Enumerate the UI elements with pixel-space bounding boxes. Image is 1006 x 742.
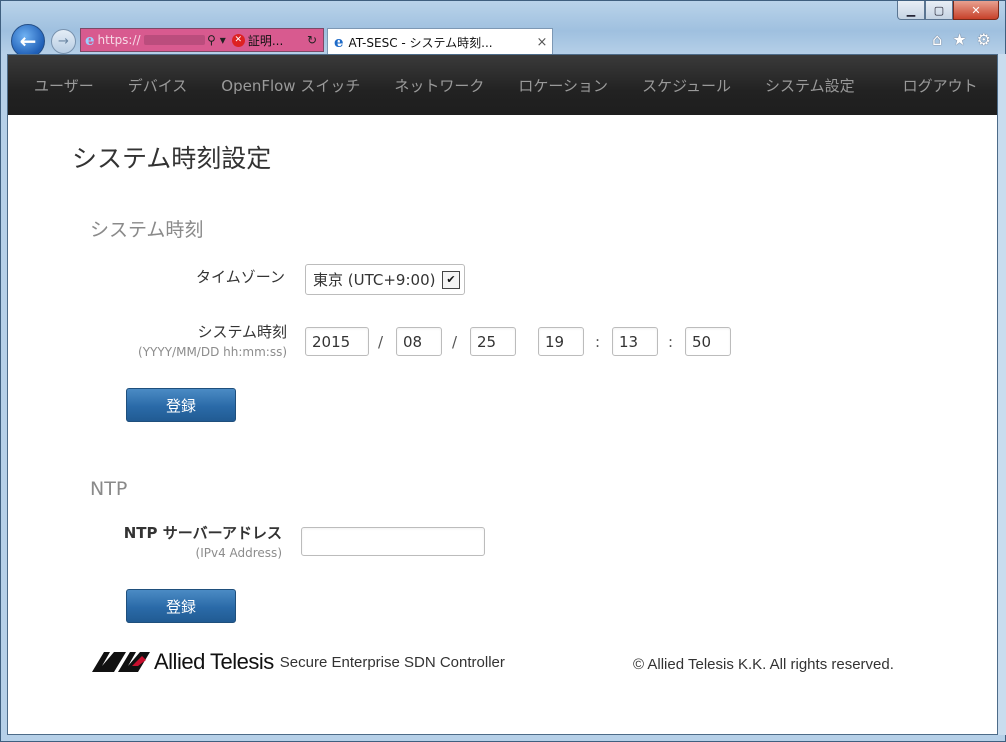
- system-time-label: システム時刻: [197, 323, 287, 341]
- nav-item-devices[interactable]: デバイス: [128, 75, 188, 96]
- month-input[interactable]: [396, 327, 442, 356]
- brand-name: Allied Telesis: [154, 649, 274, 674]
- nav-item-users[interactable]: ユーザー: [34, 75, 94, 96]
- top-navigation: ユーザー デバイス OpenFlow スイッチ ネットワーク ロケーション スケ…: [8, 55, 997, 115]
- ntp-server-label: NTP サーバーアドレス: [123, 524, 282, 542]
- section-heading-ntp: NTP: [90, 478, 128, 500]
- section-heading-system-time: システム時刻: [90, 219, 204, 241]
- nav-item-location[interactable]: ロケーション: [518, 75, 608, 96]
- address-url[interactable]: e https://: [81, 31, 205, 49]
- date-separator: /: [378, 333, 384, 351]
- address-redacted: [143, 35, 205, 45]
- ntp-server-hint: (IPv4 Address): [195, 546, 282, 560]
- tab-title: AT-SESC - システム時刻...: [348, 35, 493, 50]
- hour-input[interactable]: [538, 327, 584, 356]
- maximize-button[interactable]: ▢: [925, 1, 953, 20]
- certificate-error-label: 証明...: [247, 33, 284, 48]
- nav-item-openflow-switch[interactable]: OpenFlow スイッチ: [221, 75, 360, 96]
- timezone-select[interactable]: 東京 (UTC+9:00) ✔: [305, 264, 465, 295]
- nav-item-system-settings[interactable]: システム設定: [765, 75, 855, 96]
- nav-item-schedule[interactable]: スケジュール: [642, 75, 731, 96]
- home-icon[interactable]: ⌂: [932, 30, 942, 49]
- register-time-button[interactable]: 登録: [126, 388, 236, 422]
- nav-item-network[interactable]: ネットワーク: [394, 75, 484, 96]
- product-name: Secure Enterprise SDN Controller: [279, 653, 505, 671]
- chevron-down-icon[interactable]: ▾: [218, 33, 228, 47]
- chevron-down-icon[interactable]: ✔: [442, 270, 460, 289]
- back-button[interactable]: ←: [11, 24, 45, 58]
- certificate-error[interactable]: ✕ 証明...: [228, 32, 283, 49]
- time-separator: :: [595, 333, 601, 351]
- footer-brand: Allied Telesis Secure Enterprise SDN Con…: [92, 649, 505, 675]
- ie-logo-icon: e: [85, 31, 95, 49]
- error-x-icon: ✕: [231, 33, 245, 47]
- window-controls: ▁ ▢ ✕: [897, 1, 999, 20]
- second-input[interactable]: [685, 327, 731, 356]
- time-separator: :: [668, 333, 674, 351]
- tab-active[interactable]: e AT-SESC - システム時刻... ×: [327, 28, 553, 55]
- copyright: © Allied Telesis K.K. All rights reserve…: [633, 656, 894, 673]
- page-title: システム時刻設定: [72, 144, 272, 173]
- close-window-button[interactable]: ✕: [953, 1, 999, 20]
- system-time-format-hint: (YYYY/MM/DD hh:mm:ss): [138, 345, 287, 359]
- favorites-star-icon[interactable]: ★: [952, 30, 966, 49]
- close-tab-icon[interactable]: ×: [532, 35, 552, 50]
- minimize-button[interactable]: ▁: [897, 1, 925, 20]
- ie-logo-icon: e: [334, 33, 344, 51]
- timezone-label: タイムゾーン: [196, 268, 285, 286]
- address-bar[interactable]: e https:// ⚲ ▾ ✕ 証明... ↻: [80, 28, 324, 52]
- nav-item-logout[interactable]: ログアウト: [903, 75, 978, 96]
- arrow-left-icon: ←: [19, 29, 37, 53]
- minute-input[interactable]: [612, 327, 658, 356]
- address-prefix: https://: [97, 33, 141, 47]
- register-ntp-button[interactable]: 登録: [126, 589, 236, 623]
- day-input[interactable]: [470, 327, 516, 356]
- ntp-server-input[interactable]: [301, 527, 485, 556]
- date-separator: /: [452, 333, 458, 351]
- refresh-icon[interactable]: ↻: [305, 33, 319, 47]
- forward-button[interactable]: →: [51, 29, 76, 54]
- browser-tools: ⌂ ★ ⚙: [932, 30, 991, 49]
- timezone-selected-value: 東京 (UTC+9:00): [313, 271, 436, 289]
- settings-gear-icon[interactable]: ⚙: [977, 30, 991, 49]
- arrow-right-icon: →: [58, 34, 69, 49]
- window-border-right: [998, 54, 1006, 735]
- allied-telesis-logo-icon: [92, 652, 150, 672]
- year-input[interactable]: [305, 327, 369, 356]
- page-viewport: ユーザー デバイス OpenFlow スイッチ ネットワーク ロケーション スケ…: [7, 54, 998, 735]
- search-icon[interactable]: ⚲: [205, 33, 218, 47]
